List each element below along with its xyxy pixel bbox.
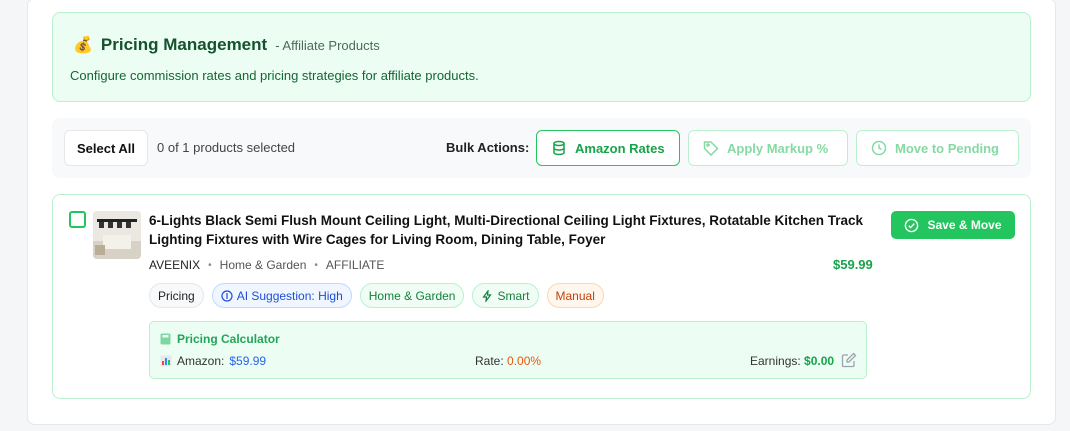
calculator-amazon: Amazon: $59.99 [160,354,266,368]
rate-label: Rate: [475,354,504,368]
page-subtitle: - Affiliate Products [275,38,380,53]
product-brand: AVEENIX [149,258,201,272]
earnings-value: $0.00 [804,354,835,368]
lightning-icon [482,289,493,302]
pricing-header: 💰 Pricing Management - Affiliate Product… [52,12,1031,102]
amazon-rates-button[interactable]: Amazon Rates [536,130,680,166]
product-tags: Pricing AI Suggestion: High Home & Garde… [149,283,604,308]
save-and-move-button[interactable]: Save & Move [891,211,1015,239]
product-type: AFFILIATE [325,258,385,272]
move-to-pending-button[interactable]: Move to Pending [856,130,1019,166]
product-title: 6-Lights Black Semi Flush Mount Ceiling … [149,213,864,247]
product-price: $59.99 [833,257,873,272]
edit-icon[interactable] [841,352,857,368]
rate-value: 0.00% [507,354,542,368]
calculator-title-row: Pricing Calculator [160,332,280,346]
header-title-row: 💰 Pricing Management - Affiliate Product… [73,35,380,55]
tag-ai-suggestion: AI Suggestion: High [211,283,352,308]
tag-smart-label: Smart [497,288,530,303]
move-to-pending-label: Move to Pending [895,140,999,156]
amazon-label: Amazon: [177,354,225,368]
select-all-button[interactable]: Select All [64,130,148,166]
tag-ai-label: AI Suggestion: High [236,288,343,303]
bar-chart-icon [160,355,172,367]
calculator-icon [160,333,171,345]
clock-icon [871,140,887,156]
amazon-value: $59.99 [229,354,267,368]
calculator-title: Pricing Calculator [177,332,280,346]
bulk-actions-bar: Select All 0 of 1 products selected Bulk… [52,118,1031,178]
ai-icon [221,289,233,302]
product-meta: AVEENIX • Home & Garden • AFFILIATE [149,258,384,272]
tag-manual: Manual [546,283,604,308]
bulk-actions-label: Bulk Actions: [446,140,530,155]
apply-markup-button[interactable]: Apply Markup % [688,130,848,166]
selection-count: 0 of 1 products selected [157,140,296,155]
meta-separator: • [314,259,318,271]
money-bag-icon: 💰 [73,37,93,54]
calculator-earnings: Earnings: $0.00 [750,354,834,368]
tag-category: Home & Garden [359,283,465,308]
save-and-move-label: Save & Move [927,218,1002,232]
tag-icon [703,141,719,156]
tag-pricing: Pricing [149,283,204,308]
check-circle-icon [905,218,919,232]
page-description: Configure commission rates and pricing s… [70,68,479,83]
amazon-rates-label: Amazon Rates [575,140,665,156]
product-checkbox[interactable] [69,211,86,228]
calculator-rate: Rate: 0.00% [475,354,541,368]
product-card: 6-Lights Black Semi Flush Mount Ceiling … [52,194,1031,399]
product-thumbnail [93,211,141,259]
page-title: Pricing Management [100,35,268,54]
pricing-calculator: Pricing Calculator Amazon: $59.99 Rate: … [149,321,867,379]
apply-markup-label: Apply Markup % [727,140,829,156]
product-category: Home & Garden [219,258,307,272]
earnings-label: Earnings: [750,354,801,368]
meta-separator: • [208,259,212,271]
tag-smart: Smart [472,283,539,308]
database-icon [553,140,565,156]
